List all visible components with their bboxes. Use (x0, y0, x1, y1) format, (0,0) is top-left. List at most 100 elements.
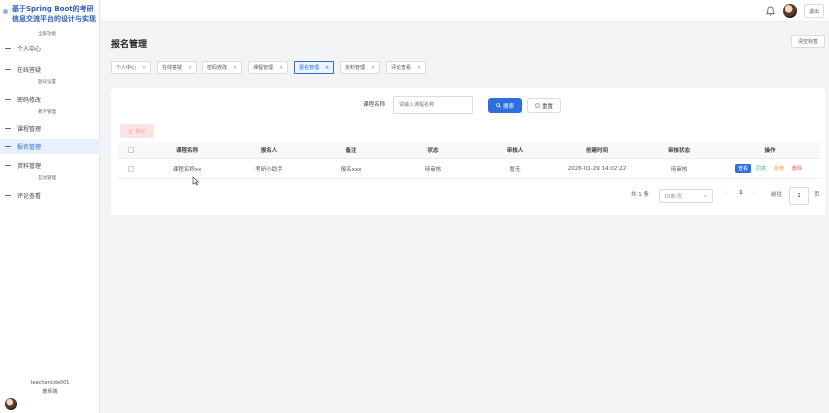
page-size-value: 10条/页 (664, 193, 683, 200)
tab-comments[interactable]: 评论查看 × (386, 61, 427, 74)
sidebar-item-label: 课程管理 (17, 126, 42, 133)
sidebar-item-password[interactable]: 密码修改 (0, 92, 100, 107)
sidebar-item-comments[interactable]: 评论查看 (0, 188, 100, 203)
user-name: teacherside001 (30, 380, 70, 386)
dash-icon (5, 195, 11, 196)
tab-label: 评论查看 (391, 65, 412, 71)
page-size-select[interactable]: 10条/页 (659, 189, 713, 203)
tab-label: 在线答疑 (162, 65, 183, 71)
bell-icon[interactable] (766, 6, 775, 16)
top-header: 退出 (101, 0, 829, 22)
tab-label: 个人中心 (116, 65, 137, 71)
user-role: 教师端 (42, 389, 58, 395)
note-cell: 报名xxx (340, 166, 362, 173)
mouse-cursor-icon (192, 176, 200, 186)
page-title: 报名管理 (111, 40, 148, 50)
search-icon (496, 103, 501, 108)
sidebar-item-enrollment[interactable]: 报名管理 (0, 139, 100, 154)
search-button-label: 搜索 (502, 103, 514, 110)
sidebar-item-qa[interactable]: 在线答疑 (0, 62, 100, 77)
page-unit-label: 页 (814, 192, 820, 198)
row-select-cell (124, 159, 138, 178)
tab-enrollment[interactable]: 报名管理 × (294, 61, 335, 74)
avatar[interactable] (5, 398, 17, 410)
sidebar-item-label: 密码修改 (17, 97, 42, 104)
close-icon[interactable]: × (188, 65, 192, 71)
tab-course[interactable]: 课程管理 × (248, 61, 289, 74)
status-cell: 待审核 (424, 166, 442, 173)
sidebar-section-label: 全部功能 (38, 32, 56, 37)
close-icon[interactable]: × (233, 65, 237, 71)
tab-password[interactable]: 密码修改 × (202, 61, 243, 74)
avatar[interactable] (783, 4, 797, 18)
reject-button[interactable]: 拒绝 (771, 164, 787, 173)
search-button[interactable]: 搜索 (488, 98, 522, 113)
close-icon[interactable]: × (417, 65, 421, 71)
course-name-cell: 课程名称xx (172, 166, 202, 173)
reset-button-label: 重置 (541, 103, 553, 110)
goto-label: 前往 (771, 192, 783, 198)
close-icon[interactable]: × (142, 65, 146, 71)
table-header: 课程名称 报名人 备注 状态 审核人 创建时间 审核状态 操作 (118, 142, 820, 159)
column-header: 备注 (345, 148, 357, 154)
close-icon[interactable]: × (371, 65, 375, 71)
clear-tabs-button[interactable]: 清空标签 (791, 35, 825, 48)
reset-icon (535, 103, 540, 108)
created-time-cell: 2026-01-29 14:02:22 (567, 165, 627, 172)
sidebar-item-materials[interactable]: 资料管理 (0, 158, 100, 173)
dash-icon (5, 69, 11, 70)
sidebar: 基于Spring Boot的考研信息交流平台的设计与实现 全部功能 个人中心 在… (0, 0, 100, 413)
approve-button[interactable]: 同意 (753, 164, 769, 173)
column-header: 状态 (427, 148, 439, 154)
logout-button[interactable]: 退出 (804, 4, 824, 18)
goto-page-input[interactable]: 1 (789, 187, 809, 205)
sidebar-sub-label: 题号设置 (38, 80, 56, 85)
applicant-cell: 考研小助手 (255, 166, 283, 173)
row-checkbox[interactable] (128, 165, 134, 172)
search-label: 课程名称 (363, 102, 386, 108)
sidebar-item-course[interactable]: 课程管理 (0, 121, 100, 136)
tab-qa[interactable]: 在线答疑 × (157, 61, 198, 74)
sidebar-sub-label: 互动管理 (38, 176, 56, 181)
chevron-down-icon (703, 194, 708, 198)
close-icon[interactable]: × (279, 65, 283, 71)
batch-delete-button[interactable]: 删除 (120, 124, 154, 138)
sidebar-item-label: 评论查看 (17, 193, 42, 200)
prev-page-button[interactable]: ‹ (725, 190, 727, 196)
select-all-cell (124, 142, 138, 158)
tab-label: 资料管理 (345, 65, 366, 71)
dash-icon (5, 165, 11, 166)
reset-button[interactable]: 重置 (527, 98, 561, 113)
reviewer-cell: 暂无 (509, 166, 521, 173)
column-header: 操作 (764, 148, 776, 154)
trash-icon (129, 129, 133, 134)
tab-profile[interactable]: 个人中心 × (111, 61, 152, 74)
column-header: 审核状态 (667, 148, 690, 154)
pagination-total: 共 1 条 (631, 192, 649, 198)
actions-cell: 查看 同意 拒绝 删除 (720, 159, 820, 178)
app-logo: 基于Spring Boot的考研信息交流平台的设计与实现 (3, 4, 99, 24)
current-page[interactable]: 1 (739, 190, 743, 196)
course-name-input[interactable] (393, 96, 473, 114)
review-status-cell: 待审核 (670, 166, 688, 173)
tab-label: 报名管理 (299, 65, 320, 71)
select-all-checkbox[interactable] (128, 147, 134, 153)
column-header: 创建时间 (585, 148, 608, 154)
column-header: 报名人 (260, 148, 278, 154)
close-icon[interactable]: × (325, 65, 329, 71)
dash-icon (5, 146, 11, 147)
sidebar-item-profile[interactable]: 个人中心 (0, 41, 100, 56)
delete-button[interactable]: 删除 (789, 164, 805, 173)
next-page-button[interactable]: › (753, 190, 755, 196)
tab-materials[interactable]: 资料管理 × (340, 61, 381, 74)
table-row[interactable]: 课程名称xx 考研小助手 报名xxx 待审核 暂无 2026-01-29 14:… (118, 159, 820, 179)
dash-icon (5, 48, 11, 49)
column-header: 审核人 (506, 148, 524, 154)
sidebar-item-label: 报名管理 (17, 144, 42, 151)
app-title: 基于Spring Boot的考研信息交流平台的设计与实现 (12, 5, 96, 23)
sidebar-item-label: 个人中心 (17, 46, 42, 53)
dash-icon (5, 99, 11, 100)
tab-label: 密码修改 (207, 65, 228, 71)
sidebar-sub-label: 教学管理 (38, 110, 56, 115)
view-button[interactable]: 查看 (734, 164, 751, 173)
